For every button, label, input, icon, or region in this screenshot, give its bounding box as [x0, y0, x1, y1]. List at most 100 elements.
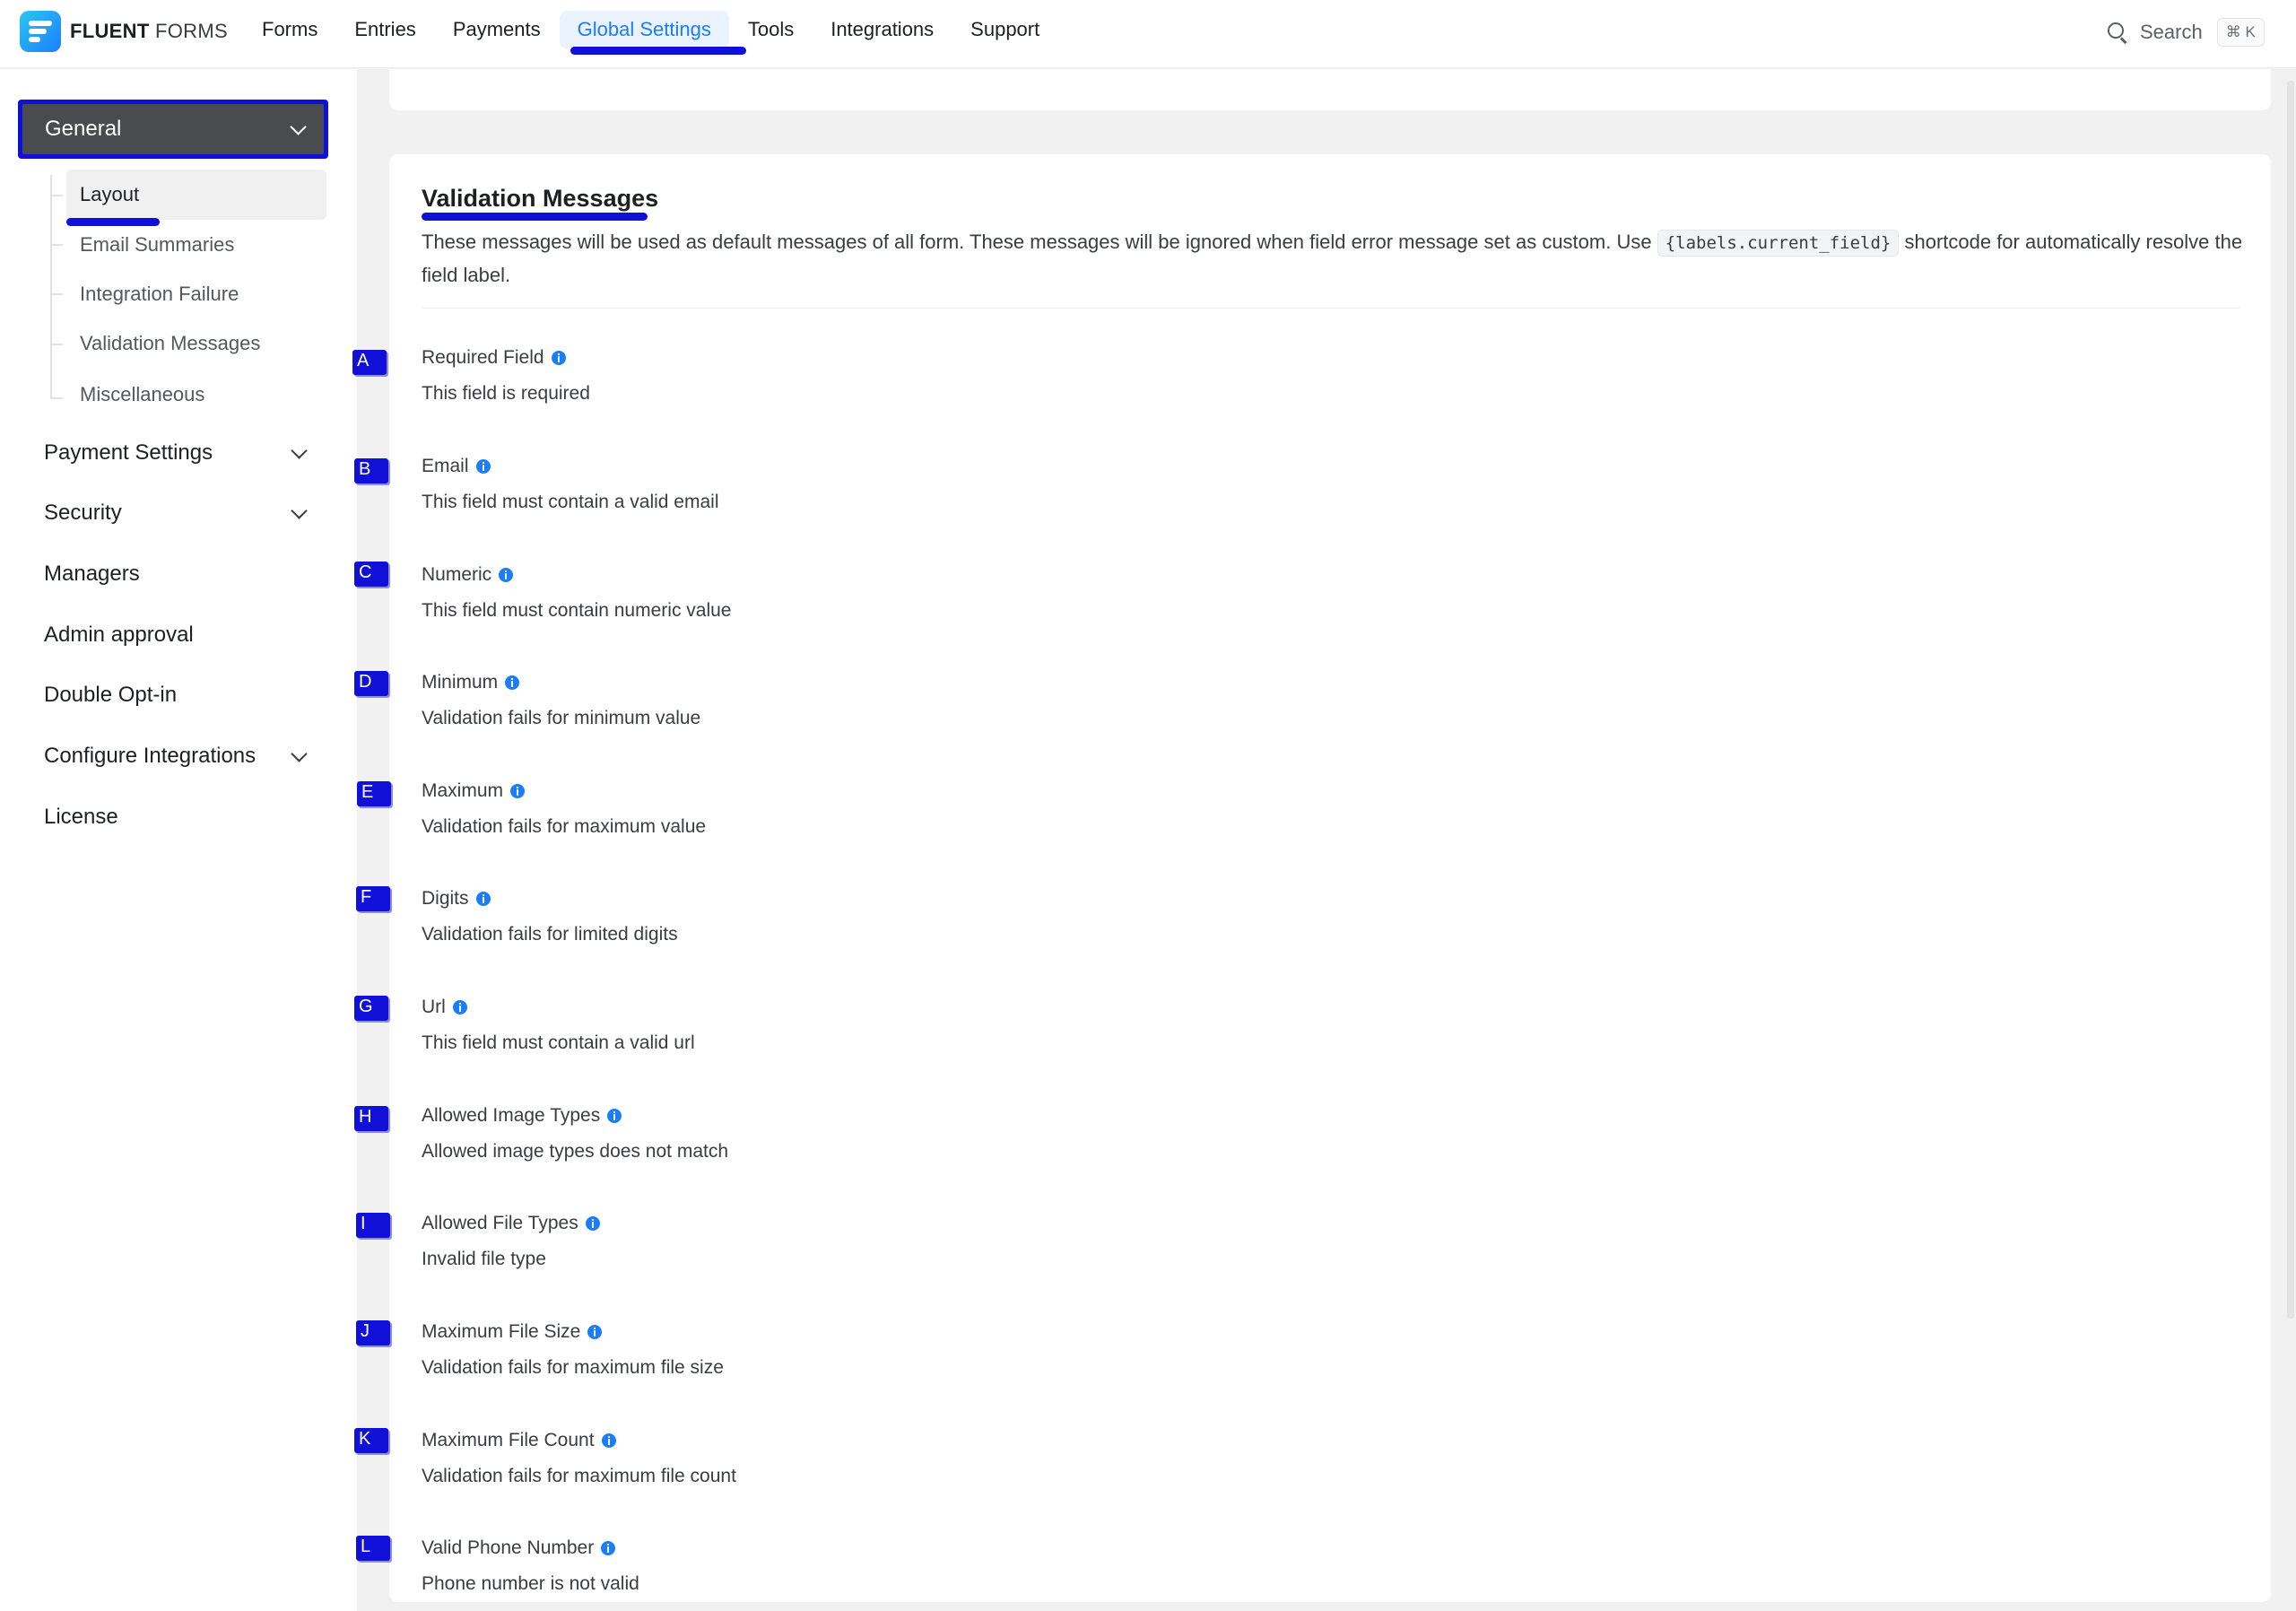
field-label-url: Url — [422, 997, 467, 1018]
nav-annotation-underline — [570, 47, 746, 55]
sidebar-item-label: General — [45, 117, 122, 141]
field-value-maximum[interactable]: Validation fails for maximum value — [422, 816, 706, 838]
nav-integrations[interactable]: Integrations — [813, 11, 952, 48]
submenu-branch — [50, 397, 63, 399]
field-value-minimum[interactable]: Validation fails for minimum value — [422, 708, 700, 729]
info-icon[interactable] — [510, 784, 526, 798]
brand[interactable]: FLUENT FORMS — [20, 11, 228, 52]
fluent-forms-logo-icon — [20, 11, 61, 52]
field-value-maximum-file-size[interactable]: Validation fails for maximum file size — [422, 1357, 724, 1379]
field-label-numeric: Numeric — [422, 564, 514, 586]
field-value-maximum-file-count[interactable]: Validation fails for maximum file count — [422, 1466, 736, 1487]
sidebar: General Layout Email Summaries Integrati… — [0, 69, 357, 1611]
field-label-maximum: Maximum — [422, 780, 526, 802]
description-text: These messages will be used as default m… — [422, 231, 1657, 253]
submenu-branch — [50, 293, 63, 295]
sidebar-item-security[interactable]: Security — [44, 491, 309, 536]
search-icon — [2106, 21, 2129, 44]
annotation-marker: A — [352, 350, 387, 375]
field-value-url[interactable]: This field must contain a valid url — [422, 1032, 695, 1054]
annotation-marker: F — [356, 886, 390, 911]
sidebar-item-label: License — [44, 805, 118, 829]
annotation-marker: G — [354, 996, 388, 1021]
field-label-allowed-image-types: Allowed Image Types — [422, 1105, 622, 1127]
sidebar-item-label: Security — [44, 501, 122, 525]
sidebar-item-label: Configure Integrations — [44, 744, 257, 768]
title-annotation-underline — [422, 213, 648, 221]
sidebar-item-label: Managers — [44, 562, 140, 586]
annotation-marker: E — [357, 781, 391, 806]
chevron-down-icon — [291, 501, 308, 519]
nav-entries[interactable]: Entries — [336, 11, 433, 48]
sidebar-item-license[interactable]: License — [44, 795, 309, 840]
info-icon[interactable] — [475, 892, 491, 906]
sidebar-item-payment-settings[interactable]: Payment Settings — [44, 431, 309, 475]
search-shortcut: ⌘ K — [2216, 18, 2265, 47]
field-value-digits[interactable]: Validation fails for limited digits — [422, 924, 678, 945]
brand-name-bold: FLUENT — [70, 20, 150, 42]
info-icon[interactable] — [452, 1000, 467, 1014]
brand-name: FLUENT FORMS — [70, 20, 228, 43]
sidebar-item-general[interactable]: General — [18, 100, 328, 159]
field-label-maximum-file-count: Maximum File Count — [422, 1430, 616, 1451]
field-label-text: Maximum File Size — [422, 1321, 581, 1342]
info-icon[interactable] — [475, 459, 491, 474]
sidebar-subitem-validation-messages[interactable]: Validation Messages — [66, 318, 326, 369]
field-value-numeric[interactable]: This field must contain numeric value — [422, 600, 732, 622]
nav-global-settings[interactable]: Global Settings — [559, 11, 729, 48]
submenu-tree-line — [50, 175, 52, 399]
info-icon[interactable] — [607, 1109, 622, 1123]
field-label-maximum-file-size: Maximum File Size — [422, 1321, 603, 1343]
info-icon[interactable] — [499, 568, 514, 582]
submenu-branch — [50, 344, 63, 345]
info-icon[interactable] — [587, 1325, 603, 1339]
divider — [422, 308, 2240, 309]
annotation-marker: K — [354, 1428, 388, 1453]
info-icon[interactable] — [585, 1216, 600, 1231]
field-label-text: Maximum — [422, 780, 504, 801]
info-icon[interactable] — [505, 675, 520, 690]
field-label-text: Allowed File Types — [422, 1213, 578, 1233]
annotation-marker: B — [354, 458, 388, 483]
previous-settings-card — [389, 69, 2271, 110]
nav-forms[interactable]: Forms — [244, 11, 335, 48]
section-description: These messages will be used as default m… — [422, 226, 2251, 291]
field-value-allowed-file-types[interactable]: Invalid file type — [422, 1249, 546, 1270]
field-label-text: Email — [422, 456, 469, 476]
sidebar-item-managers[interactable]: Managers — [44, 552, 309, 597]
info-icon[interactable] — [601, 1541, 616, 1555]
nav-payments[interactable]: Payments — [435, 11, 559, 48]
field-label-allowed-file-types: Allowed File Types — [422, 1213, 600, 1234]
nav-support[interactable]: Support — [952, 11, 1057, 48]
field-label-email: Email — [422, 456, 491, 477]
annotation-marker: D — [354, 671, 388, 696]
field-label-valid-phone-number: Valid Phone Number — [422, 1537, 616, 1559]
scrollbar-thumb[interactable] — [2287, 81, 2294, 1319]
annotation-marker: H — [354, 1106, 388, 1131]
sidebar-subitem-email-summaries[interactable]: Email Summaries — [66, 220, 326, 270]
annotation-marker: C — [354, 562, 388, 587]
info-icon[interactable] — [601, 1433, 616, 1448]
info-icon[interactable] — [551, 351, 566, 365]
search-button[interactable]: Search ⌘ K — [2106, 14, 2265, 50]
sidebar-item-admin-approval[interactable]: Admin approval — [44, 613, 309, 657]
sidebar-item-double-opt-in[interactable]: Double Opt-in — [44, 673, 309, 718]
nav-tools[interactable]: Tools — [730, 11, 812, 48]
sidebar-subitem-layout[interactable]: Layout — [66, 170, 326, 220]
top-bar: FLUENT FORMS Forms Entries Payments Glob… — [0, 0, 2296, 68]
sidebar-subitem-integration-failure[interactable]: Integration Failure — [66, 269, 326, 319]
page-title: Validation Messages — [422, 185, 659, 212]
sidebar-subitem-miscellaneous[interactable]: Miscellaneous — [66, 370, 326, 420]
field-value-valid-phone-number[interactable]: Phone number is not valid — [422, 1573, 639, 1595]
field-value-email[interactable]: This field must contain a valid email — [422, 492, 718, 513]
field-label-text: Numeric — [422, 564, 492, 585]
shortcode-badge: {labels.current_field} — [1657, 230, 1900, 257]
sidebar-item-configure-integrations[interactable]: Configure Integrations — [44, 734, 309, 779]
field-value-allowed-image-types[interactable]: Allowed image types does not match — [422, 1141, 728, 1163]
field-label-text: Url — [422, 997, 446, 1017]
field-label-text: Valid Phone Number — [422, 1537, 595, 1558]
annotation-marker: J — [356, 1320, 390, 1345]
field-value-required[interactable]: This field is required — [422, 383, 590, 405]
field-label-digits: Digits — [422, 888, 491, 910]
search-label: Search — [2140, 21, 2203, 43]
